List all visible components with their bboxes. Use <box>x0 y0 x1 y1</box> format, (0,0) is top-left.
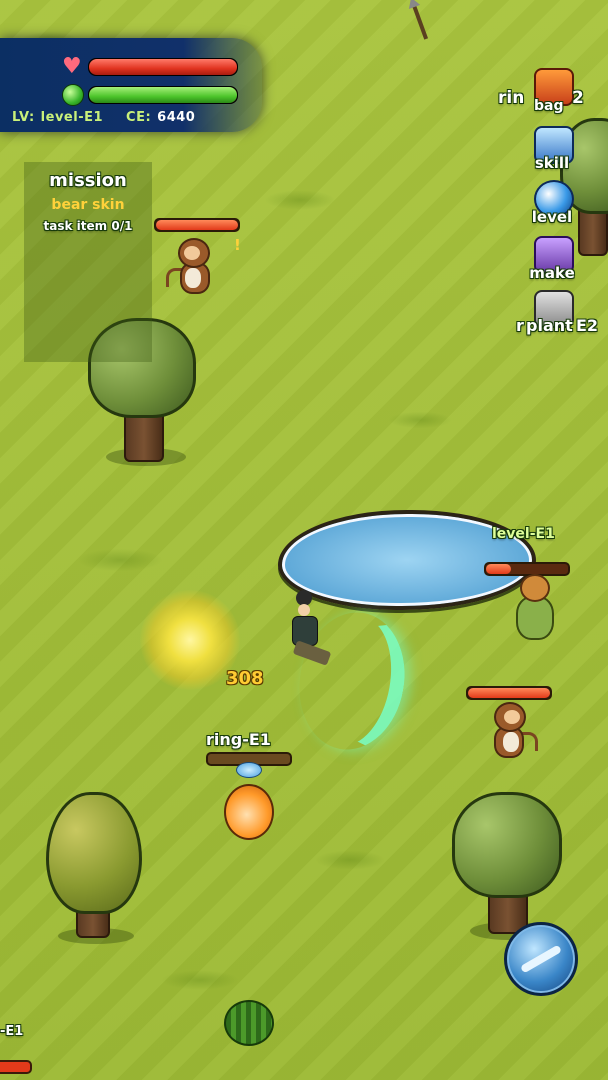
offscreen-enemy-label: -E1 <box>0 1024 24 1039</box>
level-ce-row: LV: level-E1 CE: 6440 <box>12 110 201 125</box>
monkey-enemy[interactable] <box>488 702 538 758</box>
enemy-hp-bar <box>154 218 240 232</box>
monkey-enemy[interactable] <box>166 238 216 294</box>
make-label: make <box>529 264 575 282</box>
hp-bar <box>88 58 238 76</box>
melon-plant[interactable] <box>224 1000 274 1046</box>
make-button[interactable]: make <box>512 236 592 286</box>
slash-skill-icon <box>519 944 563 974</box>
bag-overlap-label: rin <box>498 88 525 108</box>
mana-orb-icon <box>62 84 84 106</box>
level-label: LV: <box>12 110 35 125</box>
enemy-hp-fill <box>156 220 238 230</box>
enemy-hp-fill <box>486 564 511 574</box>
damage-number: 308 <box>226 668 264 689</box>
mp-bar-fill <box>89 87 237 103</box>
fox-enemy[interactable] <box>224 784 274 840</box>
skill-label: skill <box>534 154 570 172</box>
hp-bar-fill <box>89 59 237 75</box>
alert-exclamation: ! <box>234 236 241 254</box>
plant-label: plant <box>526 316 573 335</box>
bag-label: bag <box>534 98 564 114</box>
player-character <box>284 590 332 670</box>
tree <box>452 792 562 942</box>
ape-warrior-enemy[interactable] <box>510 574 554 640</box>
bag-overlap-suffix: 2 <box>572 88 584 108</box>
ce-value: 6440 <box>157 110 196 125</box>
enemy-name-label: ring-E1 <box>206 730 271 749</box>
plant-overlap-prefix: r <box>516 316 524 335</box>
level-button[interactable]: level <box>512 180 592 230</box>
player-status-panel: ♥ LV: level-E1 CE: 6440 <box>0 38 262 132</box>
plant-overlap-suffix: E2 <box>576 316 599 335</box>
heart-icon: ♥ <box>62 54 82 79</box>
tree <box>44 792 144 948</box>
mp-bar <box>88 86 238 104</box>
mission-target: bear skin <box>51 197 125 213</box>
enemy-hp-fill <box>468 688 550 698</box>
plant-button[interactable]: r plant E2 <box>512 290 598 340</box>
item-drop-icon[interactable] <box>236 762 262 778</box>
bag-button[interactable]: rin bag 2 <box>498 68 592 118</box>
mission-title: mission <box>49 170 127 191</box>
mission-item-progress: task item 0/1 <box>43 219 133 233</box>
level-value: level-E1 <box>40 110 104 125</box>
skill-button[interactable]: skill <box>512 126 592 176</box>
explosion-effect <box>140 590 240 690</box>
enemy-name-label: level-E1 <box>492 526 555 542</box>
attack-skill-button[interactable] <box>504 922 578 996</box>
ce-label: CE: <box>126 110 152 125</box>
level-label-button: level <box>531 208 573 226</box>
mission-panel[interactable]: mission bear skin task item 0/1 <box>24 162 152 362</box>
enemy-hp-bar <box>466 686 552 700</box>
offscreen-enemy-hp-bar <box>0 1060 32 1074</box>
